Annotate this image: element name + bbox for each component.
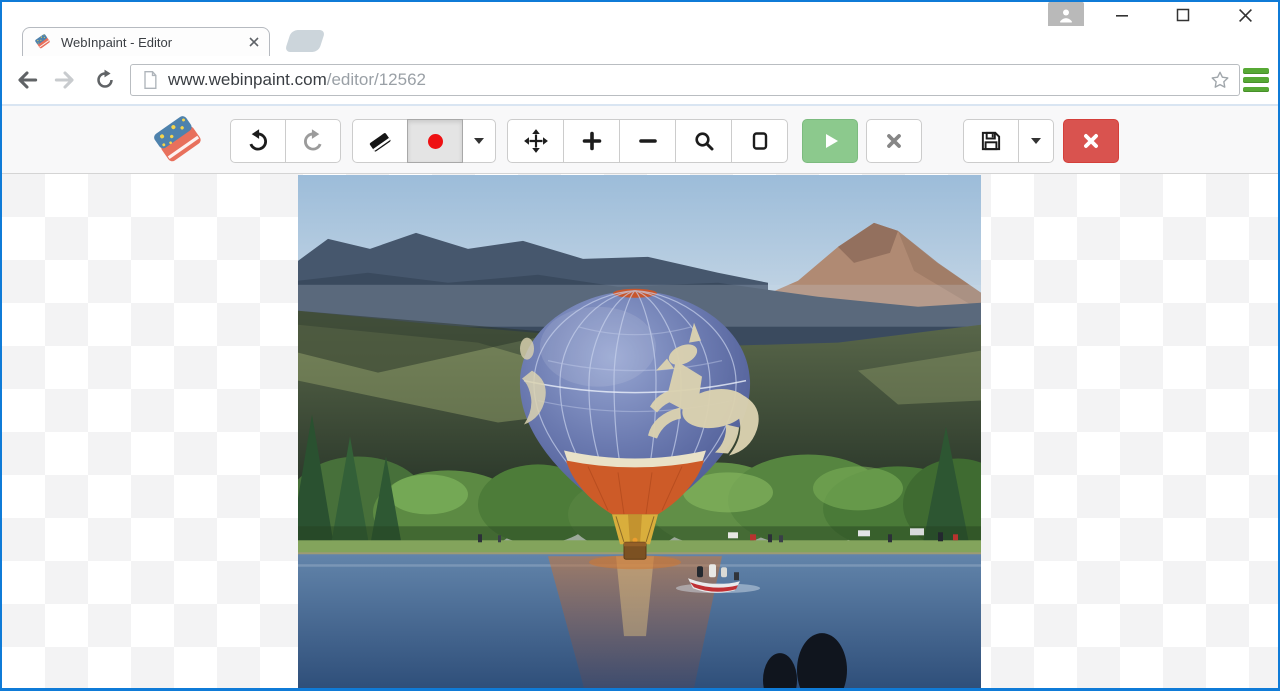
person-icon xyxy=(1056,5,1076,25)
url-host: www.webinpaint.com xyxy=(168,70,327,89)
canvas-photo[interactable] xyxy=(298,175,981,688)
back-button[interactable] xyxy=(10,64,44,96)
forward-arrow-icon xyxy=(52,67,78,93)
run-inpaint-button[interactable] xyxy=(802,119,858,163)
title-bar xyxy=(2,2,1278,26)
red-dot-icon xyxy=(428,134,443,149)
x-icon xyxy=(883,130,905,152)
marker-size-dropdown-button[interactable] xyxy=(462,119,496,163)
new-tab-button[interactable] xyxy=(284,30,325,52)
url-text: www.webinpaint.com/editor/12562 xyxy=(168,70,1207,90)
history-group xyxy=(230,119,341,163)
balloon-photo xyxy=(298,175,981,688)
view-tools-group xyxy=(507,119,788,163)
bookmark-star-button[interactable] xyxy=(1207,67,1233,93)
tab-close-button[interactable] xyxy=(247,35,261,49)
lake xyxy=(298,554,981,688)
x-icon xyxy=(1080,130,1102,152)
undo-button[interactable] xyxy=(230,119,286,163)
zoom-tool-button[interactable] xyxy=(675,119,732,163)
pan-tool-button[interactable] xyxy=(507,119,564,163)
editor-toolbar xyxy=(2,104,1278,174)
eraser-tool-button[interactable] xyxy=(352,119,408,163)
fit-view-button[interactable] xyxy=(731,119,788,163)
back-arrow-icon xyxy=(14,67,40,93)
document-icon xyxy=(141,70,159,90)
tab-title: WebInpaint - Editor xyxy=(61,35,247,50)
save-group xyxy=(963,119,1054,163)
url-bar[interactable]: www.webinpaint.com/editor/12562 xyxy=(130,64,1240,96)
profile-button[interactable] xyxy=(1048,2,1084,28)
redo-icon xyxy=(300,128,326,154)
mask-tools-group xyxy=(352,119,496,163)
eraser-tool-icon xyxy=(367,128,393,154)
hamburger-icon xyxy=(1243,68,1269,74)
zoom-in-button[interactable] xyxy=(563,119,620,163)
play-icon xyxy=(818,129,842,153)
caret-down-icon xyxy=(474,138,484,144)
marker-tool-button[interactable] xyxy=(407,119,463,163)
url-path: /editor/12562 xyxy=(327,70,426,89)
maximize-icon xyxy=(1176,8,1190,22)
minimize-icon xyxy=(1115,8,1129,22)
save-button[interactable] xyxy=(963,119,1019,163)
browser-window: WebInpaint - Editor xyxy=(0,0,1280,691)
window-close-button[interactable] xyxy=(1221,2,1269,28)
maximize-button[interactable] xyxy=(1159,2,1207,28)
reload-icon xyxy=(93,68,117,92)
editor-canvas[interactable] xyxy=(2,174,1278,688)
save-icon xyxy=(978,128,1004,154)
eraser-favicon-icon xyxy=(34,33,52,51)
undo-icon xyxy=(245,128,271,154)
tab-strip: WebInpaint - Editor xyxy=(2,26,1278,56)
plus-icon xyxy=(580,129,604,153)
tab-webinpaint[interactable]: WebInpaint - Editor xyxy=(22,27,270,56)
close-icon xyxy=(1238,8,1253,23)
browser-toolbar: www.webinpaint.com/editor/12562 xyxy=(2,56,1278,104)
move-icon xyxy=(523,128,549,154)
close-editor-button[interactable] xyxy=(1063,119,1119,163)
caret-down-icon xyxy=(1031,138,1041,144)
eraser-logo-icon xyxy=(152,113,206,169)
zoom-out-button[interactable] xyxy=(619,119,676,163)
forward-button[interactable] xyxy=(48,64,82,96)
clear-group xyxy=(866,119,922,163)
minimize-button[interactable] xyxy=(1098,2,1146,28)
reload-button[interactable] xyxy=(88,64,122,96)
browser-menu-button[interactable] xyxy=(1243,67,1269,93)
save-dropdown-button[interactable] xyxy=(1018,119,1054,163)
square-icon xyxy=(748,129,772,153)
minus-icon xyxy=(636,129,660,153)
magnifier-icon xyxy=(692,129,716,153)
clear-mask-button[interactable] xyxy=(866,119,922,163)
redo-button[interactable] xyxy=(285,119,341,163)
close-group xyxy=(1063,119,1119,163)
run-group xyxy=(802,119,858,163)
